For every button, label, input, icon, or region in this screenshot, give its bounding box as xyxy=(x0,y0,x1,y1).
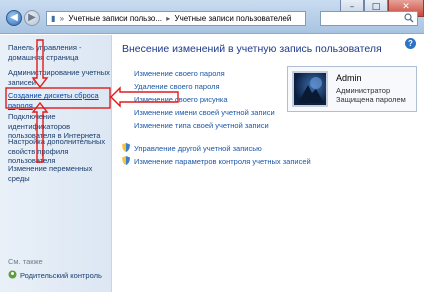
back-icon[interactable]: ◀ xyxy=(6,10,22,26)
parental-control-label: Родительский контроль xyxy=(20,271,102,280)
task-change-account-name[interactable]: Изменение имени своей учетной записи xyxy=(134,108,275,117)
user-status: Защищена паролем xyxy=(336,95,406,104)
task-change-password[interactable]: Изменение своего пароля xyxy=(134,69,225,78)
window-toolbar: – □ ✕ ◀ ▶ ▮ » Учетные записи пользо... ▸… xyxy=(0,0,424,34)
task-manage-another-account[interactable]: Управление другой учетной записью xyxy=(122,143,262,153)
task-uac-settings[interactable]: Изменение параметров контроля учетных за… xyxy=(122,156,311,166)
task-change-picture[interactable]: Изменение своего рисунка xyxy=(134,95,228,104)
user-card: Admin Администратор Защищена паролем xyxy=(287,66,417,112)
parental-control-icon xyxy=(8,270,17,279)
left-link-create-reset-disk[interactable]: Создание дискеты сброса пароля xyxy=(8,91,110,110)
address-bar[interactable]: ▮ » Учетные записи пользо... ▸ Учетные з… xyxy=(46,11,306,26)
left-link-control-panel-home[interactable]: Панель управления - домашняя страница xyxy=(8,43,110,62)
task-change-account-type[interactable]: Изменение типа своей учетной записи xyxy=(134,121,269,130)
help-icon[interactable]: ? xyxy=(405,38,416,49)
task-label: Управление другой учетной записью xyxy=(134,144,262,153)
shield-icon xyxy=(122,143,130,152)
search-input[interactable] xyxy=(320,11,418,26)
left-link-environment-variables[interactable]: Изменение переменных среды xyxy=(8,164,110,183)
avatar xyxy=(292,71,328,107)
user-name: Admin xyxy=(336,73,362,83)
task-label: Изменение параметров контроля учетных за… xyxy=(134,157,311,166)
see-also-label: См. также xyxy=(8,257,43,266)
task-remove-password[interactable]: Удаление своего пароля xyxy=(134,82,220,91)
search-icon xyxy=(404,13,414,23)
page-title: Внесение изменений в учетную запись поль… xyxy=(122,43,382,55)
breadcrumb-item[interactable]: Учетные записи пользо... xyxy=(68,14,162,23)
breadcrumb-item[interactable]: Учетные записи пользователей xyxy=(175,14,292,23)
left-link-profile-properties[interactable]: Настройка дополнительных свойств профиля… xyxy=(8,137,110,166)
shield-icon xyxy=(122,156,130,165)
left-link-manage-accounts[interactable]: Администрирование учетных записей xyxy=(8,68,110,87)
forward-icon[interactable]: ▶ xyxy=(24,10,40,26)
user-role: Администратор xyxy=(336,86,391,95)
parental-control-link[interactable]: Родительский контроль xyxy=(8,270,102,280)
avatar-image-icon xyxy=(298,77,324,103)
address-folder-icon: ▮ xyxy=(51,14,56,23)
left-pane: Панель управления - домашняя страница Ад… xyxy=(0,35,112,292)
